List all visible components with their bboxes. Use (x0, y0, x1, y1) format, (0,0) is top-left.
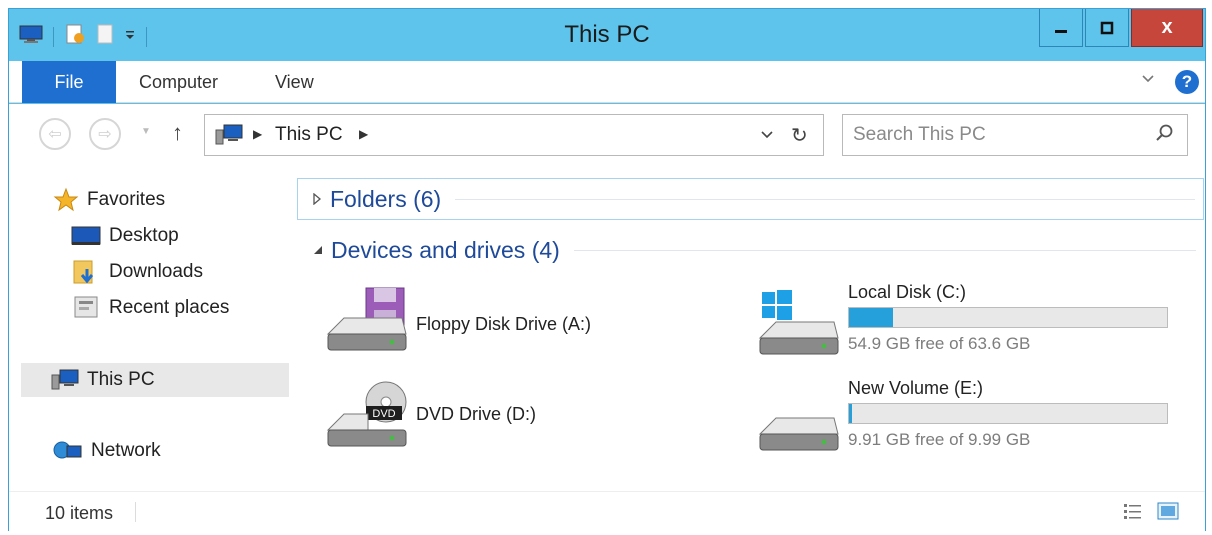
nav-item-label: Desktop (109, 225, 179, 246)
address-history-chevron-icon[interactable] (761, 127, 773, 143)
desktop-icon (71, 226, 101, 245)
new-folder-icon[interactable] (96, 23, 114, 50)
forward-arrow-icon: ⇨ (98, 126, 112, 143)
nav-item-recent-places[interactable]: Recent places (71, 291, 229, 325)
this-pc-icon (215, 124, 243, 151)
back-arrow-icon: ⇦ (48, 126, 62, 143)
drive-item-dvd[interactable]: DVD DVD Drive (D:) (324, 380, 536, 456)
item-count: 10 items (45, 503, 114, 523)
nav-item-network[interactable]: Network (53, 434, 161, 468)
downloads-icon (73, 260, 94, 284)
hard-disk-icon (758, 417, 839, 451)
explorer-window: This PC x File Computer View ? ⇦ ⇨ ▼ ↑ ▶… (8, 8, 1206, 532)
group-title: Folders (6) (330, 185, 442, 212)
close-button[interactable]: x (1131, 9, 1203, 47)
breadcrumb-separator-icon[interactable]: ▶ (253, 127, 262, 141)
recent-places-icon (74, 296, 98, 318)
nav-item-label: Downloads (109, 261, 203, 282)
expand-ribbon-chevron-icon[interactable] (1141, 71, 1155, 90)
this-pc-icon (51, 369, 79, 390)
group-divider (455, 198, 1195, 200)
toolbar-separator (146, 26, 147, 47)
recent-locations-dropdown-icon[interactable]: ▼ (141, 126, 151, 137)
drive-label: New Volume (E:) (848, 378, 984, 398)
drive-item-local-disk-c[interactable]: Local Disk (C:) 54.9 GB free of 63.6 GB (756, 282, 1168, 364)
search-box[interactable] (842, 114, 1188, 156)
maximize-icon (1100, 21, 1114, 34)
drive-usage-fill (849, 308, 893, 327)
window-title: This PC (564, 21, 650, 48)
nav-item-label: Network (91, 440, 161, 461)
svg-text:DVD: DVD (372, 408, 395, 420)
search-icon[interactable] (1155, 123, 1175, 148)
breadcrumb-this-pc[interactable]: This PC (275, 124, 343, 146)
breadcrumb-separator-icon[interactable]: ▶ (359, 127, 368, 141)
drive-free-space: 9.91 GB free of 9.99 GB (848, 430, 1031, 449)
dvd-drive-icon: DVD (326, 381, 407, 447)
drive-label: Floppy Disk Drive (A:) (416, 313, 592, 334)
drive-label: Local Disk (C:) (848, 282, 967, 302)
address-bar[interactable]: ▶ This PC ▶ ↻ (204, 114, 824, 156)
group-header-devices[interactable]: Devices and drives (4) (297, 230, 1204, 270)
nav-item-this-pc[interactable]: This PC (21, 363, 289, 397)
up-arrow-icon[interactable]: ↑ (172, 120, 183, 146)
nav-item-label: This PC (87, 369, 155, 390)
explorer-body: Favorites Desktop Downloads Recent place… (9, 166, 1205, 491)
content-pane: Folders (6) Devices and drives (4) Flopp… (294, 166, 1205, 491)
close-icon: x (1161, 16, 1173, 38)
expand-arrow-icon[interactable] (312, 193, 322, 205)
nav-item-downloads[interactable]: Downloads (71, 255, 203, 289)
tab-computer[interactable]: Computer (139, 61, 218, 103)
large-icons-view-icon[interactable] (1157, 502, 1179, 525)
customize-qat-icon[interactable] (124, 28, 136, 46)
collapse-arrow-icon[interactable] (311, 245, 323, 255)
forward-button[interactable]: ⇨ (89, 118, 121, 150)
nav-item-label: Recent places (109, 297, 230, 318)
help-icon[interactable]: ? (1175, 70, 1199, 94)
group-header-folders[interactable]: Folders (6) (297, 178, 1204, 220)
drive-item-new-volume-e[interactable]: New Volume (E:) 9.91 GB free of 9.99 GB (756, 378, 1168, 460)
status-bar: 10 items (9, 491, 1205, 532)
details-view-icon[interactable] (1123, 502, 1143, 525)
this-pc-icon[interactable] (19, 24, 43, 49)
tab-file[interactable]: File (22, 61, 116, 103)
minimize-icon (1055, 29, 1067, 33)
refresh-icon[interactable]: ↻ (791, 123, 808, 148)
ribbon-tabs: File Computer View ? (9, 61, 1205, 103)
navigation-bar: ⇦ ⇨ ▼ ↑ ▶ This PC ▶ ↻ (9, 104, 1205, 166)
star-icon (53, 187, 79, 212)
navigation-pane: Favorites Desktop Downloads Recent place… (9, 166, 289, 491)
drive-free-space: 54.9 GB free of 63.6 GB (848, 334, 1031, 353)
minimize-button[interactable] (1039, 9, 1083, 47)
windows-disk-icon (758, 290, 839, 355)
nav-item-label: Favorites (87, 189, 166, 210)
tab-view[interactable]: View (275, 61, 314, 103)
quick-access-toolbar (19, 23, 147, 50)
toolbar-separator (53, 26, 54, 47)
maximize-button[interactable] (1085, 9, 1129, 47)
group-title: Devices and drives (4) (331, 236, 560, 263)
search-input[interactable] (853, 123, 1133, 147)
drive-usage-bar (848, 307, 1168, 328)
drive-item-floppy[interactable]: Floppy Disk Drive (A:) (324, 284, 591, 360)
group-divider (573, 249, 1196, 251)
drive-label: DVD Drive (D:) (416, 403, 536, 424)
back-button[interactable]: ⇦ (39, 118, 71, 150)
title-bar[interactable]: This PC x (9, 9, 1205, 61)
nav-item-favorites[interactable]: Favorites (53, 183, 165, 217)
drive-usage-bar (848, 403, 1168, 424)
properties-icon[interactable] (64, 23, 86, 50)
nav-item-desktop[interactable]: Desktop (71, 219, 179, 253)
floppy-drive-icon (326, 287, 407, 351)
network-icon (53, 441, 82, 459)
status-divider (135, 502, 136, 522)
drive-usage-fill (849, 404, 852, 423)
